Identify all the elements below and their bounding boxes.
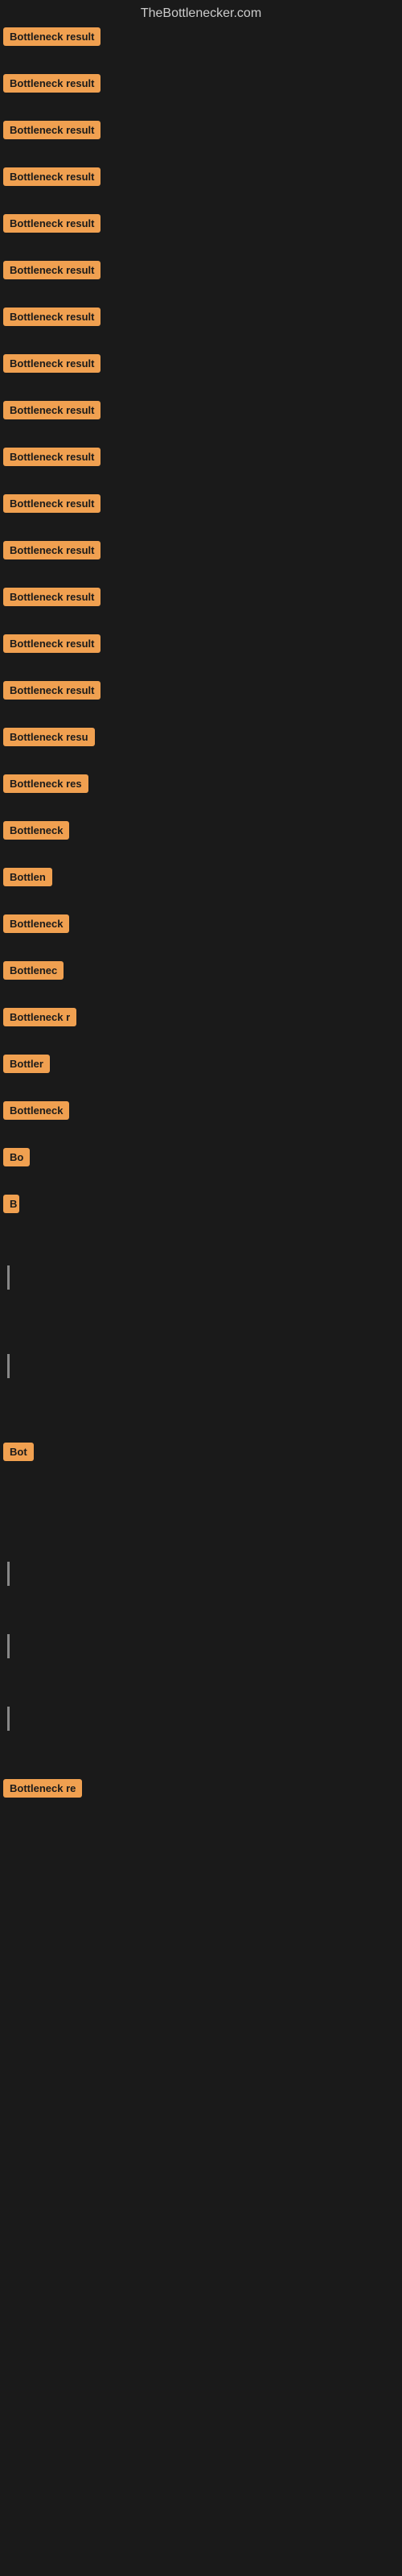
result-item: Bottleneck result	[0, 308, 402, 330]
bottleneck-badge[interactable]: Bottleneck result	[3, 541, 100, 559]
result-item: Bottleneck result	[0, 167, 402, 190]
result-item: Bottleneck result	[0, 634, 402, 657]
bar-indicator	[7, 1265, 10, 1290]
result-item: Bottlen	[0, 868, 402, 890]
result-item: Bottleneck resu	[0, 728, 402, 750]
bottleneck-badge[interactable]: Bottleneck result	[3, 634, 100, 653]
bottleneck-badge[interactable]: Bottleneck r	[3, 1008, 76, 1026]
result-item	[0, 1634, 402, 1658]
result-item: Bottleneck	[0, 821, 402, 844]
bottleneck-badge[interactable]: Bottleneck result	[3, 214, 100, 233]
bottleneck-badge[interactable]: Bottleneck result	[3, 401, 100, 419]
bottleneck-badge[interactable]: Bottleneck result	[3, 121, 100, 139]
bottleneck-badge[interactable]: B	[3, 1195, 19, 1213]
bottleneck-badge[interactable]: Bottleneck result	[3, 448, 100, 466]
site-title: TheBottlenecker.com	[0, 0, 402, 27]
bottleneck-badge[interactable]: Bottleneck	[3, 1101, 69, 1120]
result-item: Bottleneck result	[0, 214, 402, 237]
bottleneck-badge[interactable]: Bottlen	[3, 868, 52, 886]
result-item: Bottleneck result	[0, 401, 402, 423]
result-item: Bottleneck result	[0, 261, 402, 283]
result-item	[0, 1562, 402, 1586]
result-item: Bottleneck	[0, 1101, 402, 1124]
result-item: Bo	[0, 1148, 402, 1170]
result-item	[0, 1707, 402, 1731]
bottleneck-badge[interactable]: Bot	[3, 1443, 34, 1461]
bottleneck-badge[interactable]: Bo	[3, 1148, 30, 1166]
bottleneck-badge[interactable]: Bottleneck result	[3, 261, 100, 279]
bottleneck-badge[interactable]: Bottleneck result	[3, 167, 100, 186]
bar-indicator	[7, 1562, 10, 1586]
bottleneck-badge[interactable]: Bottleneck result	[3, 27, 100, 46]
bottleneck-badge[interactable]: Bottleneck result	[3, 354, 100, 373]
result-item: B	[0, 1195, 402, 1217]
bar-indicator	[7, 1707, 10, 1731]
result-item: Bottleneck re	[0, 1779, 402, 1802]
results-container: Bottleneck result Bottleneck result Bottle…	[0, 27, 402, 2124]
result-item: Bottleneck result	[0, 27, 402, 50]
bottleneck-badge[interactable]: Bottleneck	[3, 914, 69, 933]
bottleneck-badge[interactable]: Bottleneck result	[3, 74, 100, 93]
bottleneck-badge[interactable]: Bottleneck result	[3, 494, 100, 513]
site-header: TheBottlenecker.com	[0, 0, 402, 27]
result-item: Bottler	[0, 1055, 402, 1077]
result-item: Bottleneck result	[0, 541, 402, 564]
bottleneck-badge[interactable]: Bottleneck	[3, 821, 69, 840]
bottleneck-badge[interactable]: Bottleneck result	[3, 681, 100, 700]
result-item: Bottleneck result	[0, 74, 402, 97]
result-item: Bottleneck res	[0, 774, 402, 797]
result-item	[0, 1354, 402, 1378]
result-item: Bottleneck	[0, 914, 402, 937]
bottleneck-badge[interactable]: Bottleneck res	[3, 774, 88, 793]
result-item: Bottleneck result	[0, 354, 402, 377]
bottleneck-badge[interactable]: Bottleneck re	[3, 1779, 82, 1798]
result-item: Bottleneck result	[0, 588, 402, 610]
bottleneck-badge[interactable]: Bottlenec	[3, 961, 64, 980]
result-item: Bottleneck result	[0, 121, 402, 143]
result-item: Bottlenec	[0, 961, 402, 984]
bottleneck-badge[interactable]: Bottleneck result	[3, 588, 100, 606]
bar-indicator	[7, 1634, 10, 1658]
bottleneck-badge[interactable]: Bottleneck result	[3, 308, 100, 326]
bottleneck-badge[interactable]: Bottler	[3, 1055, 50, 1073]
result-item: Bottleneck result	[0, 448, 402, 470]
result-item: Bottleneck result	[0, 494, 402, 517]
result-item: Bottleneck r	[0, 1008, 402, 1030]
result-item: Bot	[0, 1443, 402, 1465]
bar-indicator	[7, 1354, 10, 1378]
result-item: Bottleneck result	[0, 681, 402, 704]
bottleneck-badge[interactable]: Bottleneck resu	[3, 728, 95, 746]
result-item	[0, 1265, 402, 1290]
